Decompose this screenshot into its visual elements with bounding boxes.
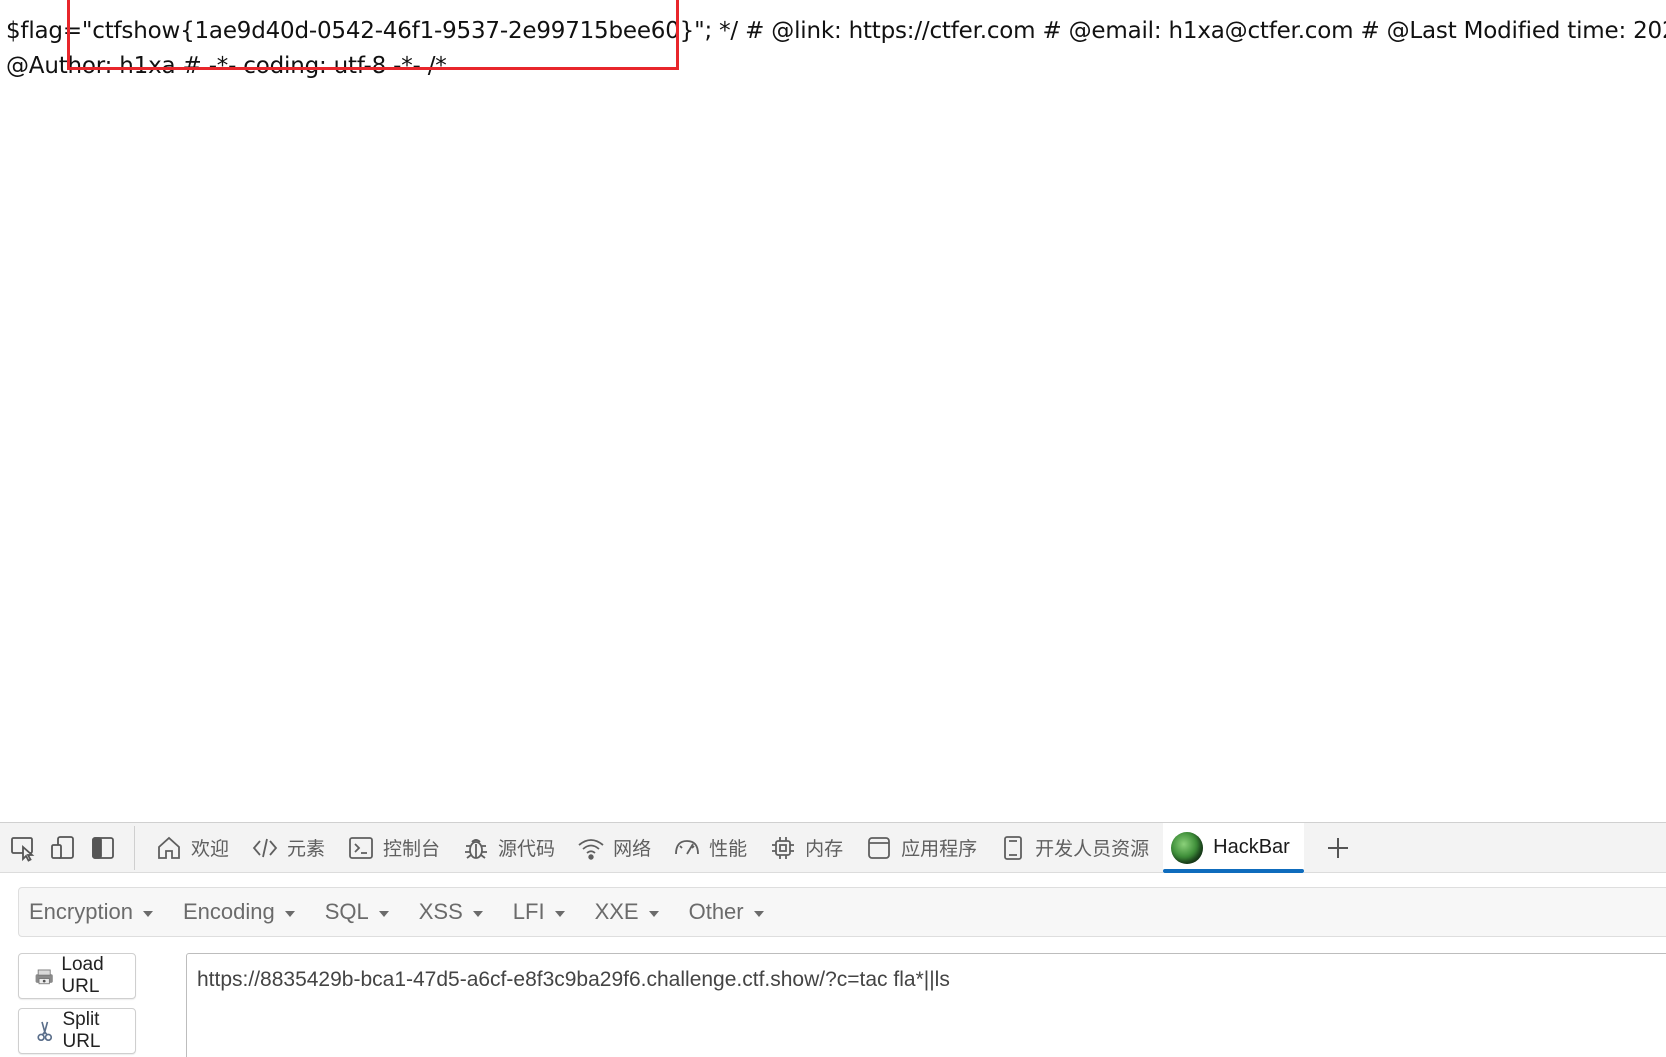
menu-xss[interactable]: XSS [419, 899, 483, 925]
tab-label: 性能 [709, 838, 748, 860]
hackbar-globe-icon [1171, 831, 1204, 864]
tab-label: 控制台 [383, 838, 441, 860]
console-icon [349, 836, 373, 859]
split-url-button[interactable]: Split URL [18, 1008, 136, 1054]
source-line-2: @Author: h1xa # -*- coding: utf-8 -*- /* [6, 53, 447, 79]
page-content: $flag="ctfshow{1ae9d40d-0542-46f1-9537-2… [0, 0, 1666, 822]
tab-performance[interactable]: 性能 [665, 823, 761, 873]
caret-down-icon [142, 910, 153, 917]
caret-down-icon [648, 910, 659, 917]
caret-down-icon [472, 910, 483, 917]
tab-label: 内存 [805, 838, 844, 860]
tab-label: 元素 [287, 838, 326, 860]
chip-icon [772, 836, 795, 859]
menu-other[interactable]: Other [689, 899, 764, 925]
bug-icon [465, 838, 488, 859]
menu-xxe[interactable]: XXE [595, 899, 659, 925]
inspect-element-button[interactable] [6, 831, 40, 865]
tab-label: 欢迎 [191, 838, 230, 860]
plus-icon [1327, 837, 1348, 858]
tab-label: HackBar [1213, 836, 1290, 858]
wifi-icon [578, 838, 604, 860]
devtools-panel: 欢迎 元素 控制台 源代码 网络 性能 内存 应用程序 开发人员资源 HackB… [0, 822, 1666, 1057]
tab-network[interactable]: 网络 [569, 823, 665, 873]
menu-encryption[interactable]: Encryption [29, 899, 153, 925]
home-icon [158, 836, 180, 859]
device-emulation-icon [51, 835, 74, 859]
devtools-toolbar: 欢迎 元素 控制台 源代码 网络 性能 内存 应用程序 开发人员资源 HackB… [0, 822, 1666, 873]
menu-label: XXE [594, 899, 639, 924]
tab-elements[interactable]: 元素 [243, 823, 339, 873]
tab-label: 应用程序 [901, 838, 978, 860]
caret-down-icon [284, 910, 295, 917]
menu-label: SQL [324, 899, 369, 924]
code-icon [252, 838, 278, 857]
menu-label: Other [688, 899, 744, 924]
tab-sources[interactable]: 源代码 [454, 823, 569, 873]
menu-label: XSS [418, 899, 463, 924]
sidebar-toggle-icon [92, 836, 114, 859]
menu-label: LFI [512, 899, 545, 924]
caret-down-icon [554, 910, 565, 917]
caret-down-icon [378, 910, 389, 917]
tab-label: 开发人员资源 [1035, 838, 1150, 860]
tab-console[interactable]: 控制台 [339, 823, 454, 873]
load-url-icon [35, 969, 53, 985]
device-emulation-button[interactable] [46, 831, 80, 865]
tab-hackbar[interactable]: HackBar [1163, 822, 1304, 873]
menu-sql[interactable]: SQL [325, 899, 389, 925]
tab-memory[interactable]: 内存 [761, 823, 857, 873]
split-url-label: Split URL [62, 1009, 101, 1052]
hackbar-menubar: Encryption Encoding SQL XSS LFI XXE Othe… [18, 887, 1666, 937]
url-input[interactable]: https://8835429b-bca1-47d5-a6cf-e8f3c9ba… [186, 953, 1666, 1057]
gauge-icon [675, 839, 699, 854]
tab-label: 源代码 [498, 838, 556, 860]
toggle-sidebar-button[interactable] [86, 831, 120, 865]
inspect-pointer-icon [11, 836, 35, 862]
menu-encoding[interactable]: Encoding [183, 899, 295, 925]
source-line-1: $flag="ctfshow{1ae9d40d-0542-46f1-9537-2… [6, 18, 1666, 44]
add-tab-button[interactable] [1318, 828, 1358, 868]
menu-lfi[interactable]: LFI [513, 899, 565, 925]
scissors-icon [37, 1021, 53, 1042]
menu-label: Encryption [29, 899, 133, 924]
window-icon [868, 836, 891, 859]
tab-developer-resources[interactable]: 开发人员资源 [991, 823, 1163, 873]
tab-welcome[interactable]: 欢迎 [147, 823, 243, 873]
load-url-label: Load URL [61, 954, 104, 997]
tab-application[interactable]: 应用程序 [857, 823, 991, 873]
menu-label: Encoding [182, 899, 275, 924]
caret-down-icon [753, 910, 764, 917]
tab-label: 网络 [613, 838, 652, 860]
toolbar-divider [134, 825, 135, 870]
document-icon [1004, 835, 1023, 860]
load-url-button[interactable]: Load URL [18, 953, 136, 999]
